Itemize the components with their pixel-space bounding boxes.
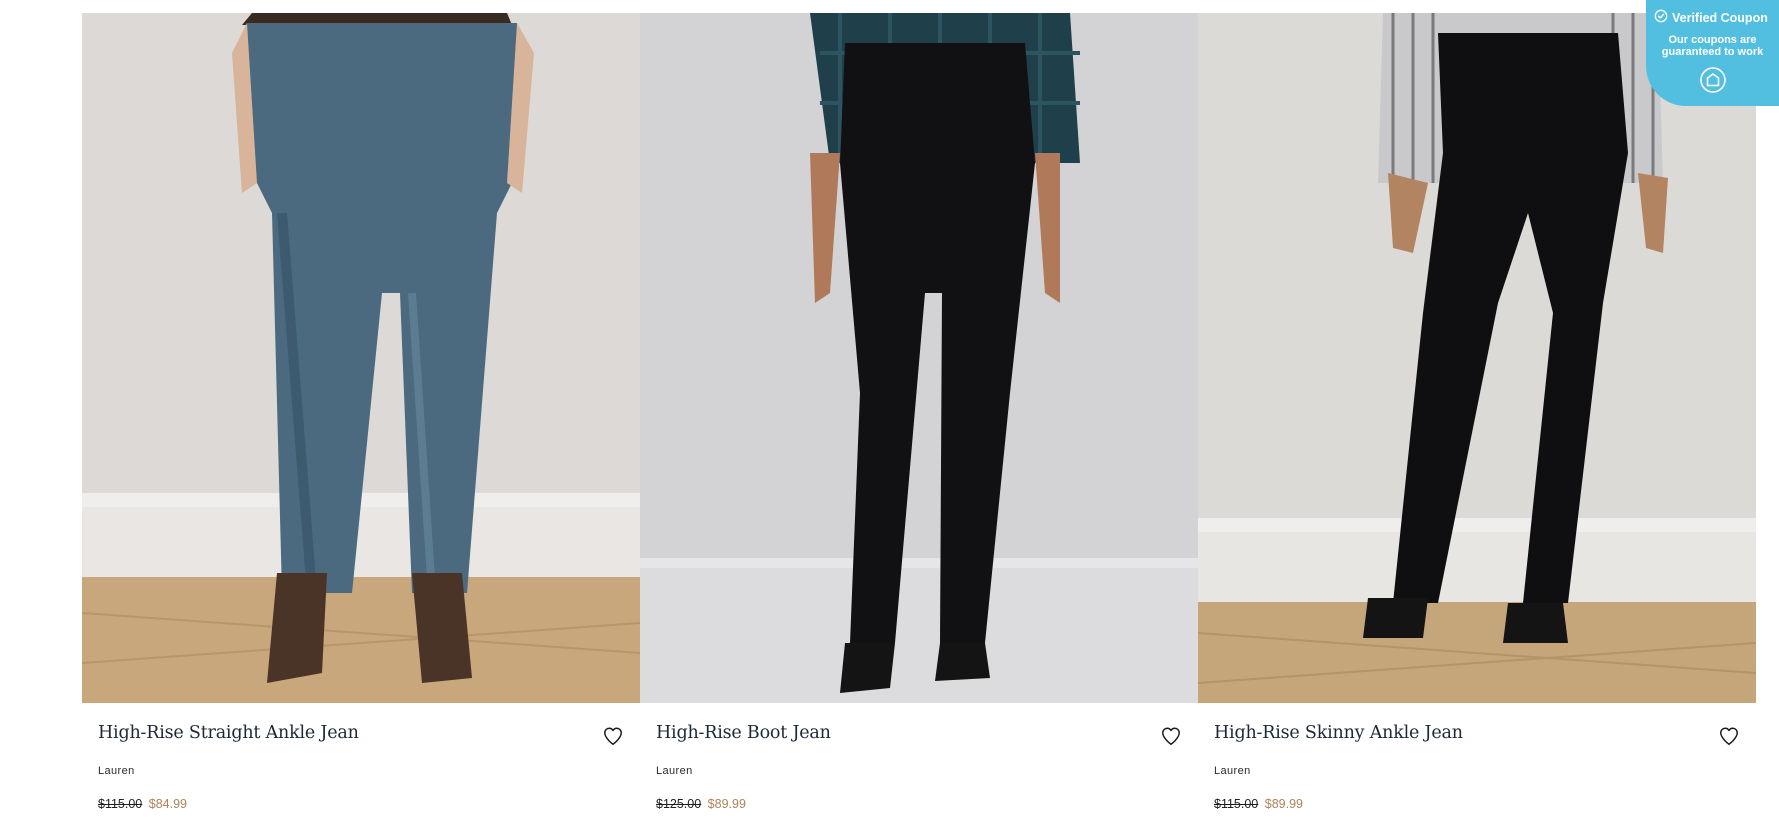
product-card[interactable]: High-Rise Boot Jean Lauren $125.00 $89.9… — [640, 13, 1198, 823]
product-image[interactable] — [82, 13, 640, 703]
original-price: $115.00 — [1214, 797, 1259, 811]
product-prices: $125.00 $89.99 — [656, 797, 746, 811]
product-info: High-Rise Boot Jean Lauren $125.00 $89.9… — [656, 723, 1182, 823]
heart-outline-icon[interactable] — [1160, 725, 1182, 747]
sale-price: $84.99 — [148, 797, 187, 811]
product-brand: Lauren — [98, 765, 135, 777]
product-brand: Lauren — [656, 765, 693, 777]
check-circle-icon — [1654, 9, 1668, 26]
sale-price: $89.99 — [707, 797, 746, 811]
product-title[interactable]: High-Rise Boot Jean — [656, 723, 831, 743]
product-card[interactable]: High-Rise Straight Ankle Jean Lauren $11… — [82, 13, 640, 823]
product-prices: $115.00 $84.99 — [98, 797, 187, 811]
coupon-subtext: Our coupons are guaranteed to work — [1661, 34, 1764, 58]
product-brand: Lauren — [1214, 765, 1251, 777]
product-title[interactable]: High-Rise Skinny Ankle Jean — [1214, 723, 1463, 743]
product-info: High-Rise Straight Ankle Jean Lauren $11… — [98, 723, 624, 823]
coupon-heading-text: Verified Coupon — [1672, 10, 1768, 25]
product-image[interactable] — [640, 13, 1198, 703]
product-info: High-Rise Skinny Ankle Jean Lauren $115.… — [1214, 723, 1740, 823]
product-card[interactable]: High-Rise Skinny Ankle Jean Lauren $115.… — [1198, 13, 1756, 823]
original-price: $125.00 — [656, 797, 702, 811]
heart-outline-icon[interactable] — [1718, 725, 1740, 747]
original-price: $115.00 — [98, 797, 143, 811]
heart-outline-icon[interactable] — [602, 725, 624, 747]
product-title[interactable]: High-Rise Straight Ankle Jean — [98, 723, 359, 743]
product-grid: High-Rise Straight Ankle Jean Lauren $11… — [82, 13, 1756, 823]
product-prices: $115.00 $89.99 — [1214, 797, 1303, 811]
coupon-logo-icon[interactable] — [1699, 66, 1727, 94]
sale-price: $89.99 — [1264, 797, 1303, 811]
coupon-heading: Verified Coupon — [1654, 9, 1768, 26]
product-image[interactable] — [1198, 13, 1756, 703]
verified-coupon-badge[interactable]: Verified Coupon Our coupons are guarante… — [1646, 0, 1779, 106]
